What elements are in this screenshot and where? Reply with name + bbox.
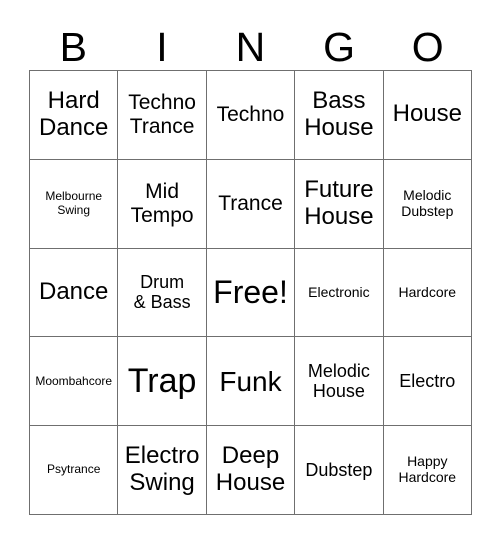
bingo-cell-label: Hard Dance <box>39 87 109 141</box>
bingo-cell-label: Hardcore <box>398 283 457 300</box>
bingo-cell-n5[interactable]: Deep House <box>206 426 296 515</box>
bingo-cell-label: Techno Trance <box>128 91 196 138</box>
bingo-cell-n2[interactable]: Trance <box>206 159 296 249</box>
bingo-cell-o4[interactable]: Electro <box>383 337 472 427</box>
bingo-cell-label: Dance <box>39 278 109 306</box>
bingo-cell-i4[interactable]: Trap <box>118 337 207 427</box>
bingo-cell-label: Melodic House <box>307 361 370 402</box>
bingo-cell-label: Dubstep <box>305 460 373 481</box>
bingo-cell-b2[interactable]: Melbourne Swing <box>30 159 119 249</box>
bingo-cell-n1[interactable]: Techno <box>206 71 296 160</box>
bingo-cell-g4[interactable]: Melodic House <box>295 337 384 427</box>
bingo-cell-n4[interactable]: Funk <box>206 337 296 427</box>
bingo-cell-label: House <box>392 100 462 128</box>
bingo-cell-g2[interactable]: Future House <box>295 159 384 249</box>
bingo-cell-label: Funk <box>219 365 282 397</box>
bingo-cell-label: Mid Tempo <box>130 180 194 227</box>
header-letter-i: I <box>156 24 168 70</box>
header-letter-o: O <box>411 24 444 70</box>
bingo-cell-b4[interactable]: Moombahcore <box>30 337 119 427</box>
bingo-grid: Hard Dance Techno Trance Techno Bass Hou… <box>29 70 472 515</box>
bingo-cell-b3[interactable]: Dance <box>30 248 119 338</box>
bingo-cell-g3[interactable]: Electronic <box>295 248 384 338</box>
bingo-cell-label: Electronic <box>308 283 370 300</box>
bingo-cell-label: Electro <box>399 371 456 392</box>
bingo-cell-i3[interactable]: Drum & Bass <box>118 248 207 338</box>
bingo-header-row: B I N G O <box>29 14 472 70</box>
bingo-cell-label: Trance <box>218 191 283 215</box>
bingo-cell-g5[interactable]: Dubstep <box>295 426 384 515</box>
bingo-cell-label: Drum & Bass <box>133 272 191 313</box>
bingo-cell-label: Trap <box>127 362 197 401</box>
bingo-cell-free-space[interactable]: Free! <box>206 248 296 338</box>
bingo-cell-o3[interactable]: Hardcore <box>383 248 472 338</box>
free-space-label: Free! <box>213 273 288 310</box>
bingo-cell-label: Melodic Dubstep <box>401 187 454 219</box>
header-letter-g: G <box>323 24 356 70</box>
header-letter-n: N <box>235 24 266 70</box>
bingo-cell-label: Bass House <box>304 87 374 141</box>
header-letter-b: B <box>59 24 87 70</box>
bingo-cell-i1[interactable]: Techno Trance <box>118 71 207 160</box>
bingo-cell-label: Moombahcore <box>35 373 113 388</box>
bingo-cell-o1[interactable]: House <box>383 71 472 160</box>
bingo-cell-i2[interactable]: Mid Tempo <box>118 159 207 249</box>
bingo-cell-b5[interactable]: Psytrance <box>30 426 119 515</box>
bingo-cell-o5[interactable]: Happy Hardcore <box>383 426 472 515</box>
bingo-cell-label: Techno <box>216 103 285 127</box>
bingo-cell-o2[interactable]: Melodic Dubstep <box>383 159 472 249</box>
bingo-cell-label: Happy Hardcore <box>398 453 457 486</box>
bingo-cell-i5[interactable]: Electro Swing <box>118 426 207 515</box>
bingo-cell-b1[interactable]: Hard Dance <box>30 71 119 160</box>
bingo-cell-g1[interactable]: Bass House <box>295 71 384 160</box>
bingo-cell-label: Future House <box>304 175 374 230</box>
bingo-card: B I N G O Hard Dance Techno Trance Techn… <box>0 0 500 544</box>
bingo-cell-label: Electro Swing <box>124 442 200 497</box>
bingo-cell-label: Melbourne Swing <box>45 189 103 217</box>
bingo-cell-label: Psytrance <box>47 462 101 477</box>
bingo-cell-label: Deep House <box>215 442 286 497</box>
